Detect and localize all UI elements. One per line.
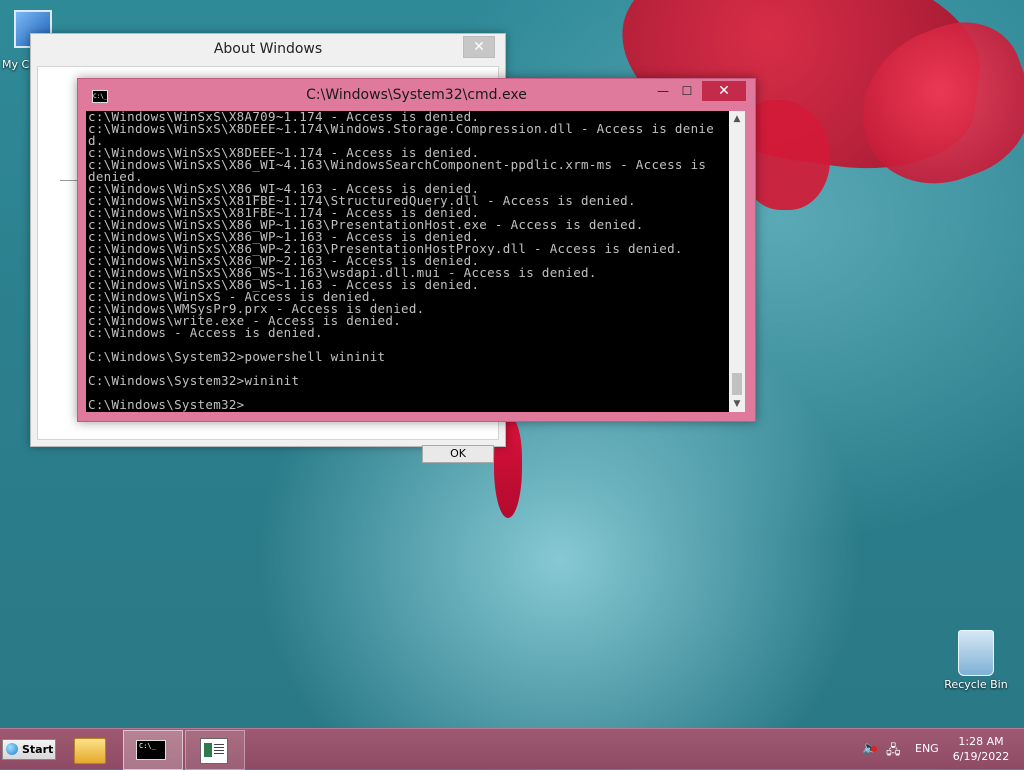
about-title: About Windows — [213, 41, 323, 57]
console-line: c:\Windows\WinSxS\X86_WI~4.163\WindowsSe… — [88, 157, 707, 172]
desktop-icon-label: My C — [2, 58, 30, 71]
taskbar-file-explorer[interactable] — [62, 730, 120, 768]
clock-date: 6/19/2022 — [952, 750, 1010, 763]
console-line: c:\Windows\WinSxS\X8DEEE~1.174\Windows.S… — [88, 121, 715, 136]
network-icon[interactable]: 🖧 — [886, 741, 901, 763]
console-line: C:\Windows\System32>wininit — [88, 373, 300, 388]
taskbar: Start C:\_ 🔈 🖧 ENG 1:28 AM 6/19/2022 — [0, 728, 1024, 770]
desktop-icon-label: Recycle Bin — [944, 678, 1008, 691]
language-indicator[interactable]: ENG — [915, 742, 939, 755]
cmd-icon: C:\_ — [136, 740, 166, 760]
cmd-window[interactable]: C:\_ C:\Windows\System32\cmd.exe — ☐ ✕ c… — [77, 78, 756, 422]
start-button[interactable]: Start — [2, 739, 56, 760]
folder-icon — [74, 738, 106, 764]
console-scrollbar[interactable]: ▲ ▼ — [729, 111, 745, 412]
start-label: Start — [22, 743, 54, 756]
console-line: c:\Windows - Access is denied. — [88, 325, 323, 340]
close-button[interactable]: ✕ — [702, 81, 746, 101]
desktop-icon-recycle-bin[interactable]: Recycle Bin — [938, 630, 1014, 691]
scroll-up-icon[interactable]: ▲ — [729, 111, 745, 127]
document-app-icon — [200, 738, 228, 764]
maximize-button[interactable]: ☐ — [676, 81, 698, 101]
taskbar-cmd[interactable]: C:\_ — [123, 730, 183, 770]
console-line: C:\Windows\System32> — [88, 397, 245, 412]
minimize-button[interactable]: — — [652, 81, 674, 101]
console-output[interactable]: c:\Windows\WinSxS\X8A709~1.174 - Access … — [86, 111, 729, 412]
start-orb-icon — [6, 743, 18, 755]
recycle-bin-icon — [958, 630, 994, 676]
taskbar-document-app[interactable] — [185, 730, 245, 770]
console-line: C:\Windows\System32>powershell wininit — [88, 349, 386, 364]
about-ok-button[interactable]: OK — [422, 445, 494, 463]
about-close-button[interactable]: ✕ — [463, 36, 495, 58]
scrollbar-thumb[interactable] — [732, 373, 742, 395]
about-titlebar[interactable]: About Windows ✕ — [31, 34, 505, 64]
cmd-titlebar[interactable]: C:\_ C:\Windows\System32\cmd.exe — ☐ ✕ — [78, 79, 755, 111]
clock-time: 1:28 AM — [958, 735, 1004, 748]
console-lines: c:\Windows\WinSxS\X8A709~1.174 - Access … — [86, 111, 729, 411]
scroll-down-icon[interactable]: ▼ — [729, 396, 745, 412]
speaker-muted-icon[interactable]: 🔈 — [862, 741, 878, 756]
clock[interactable]: 1:28 AM 6/19/2022 — [948, 734, 1014, 764]
